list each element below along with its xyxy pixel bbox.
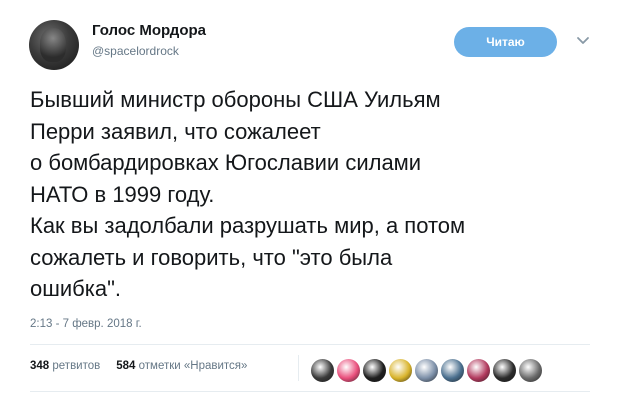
tweet-stats: 348 ретвитов 584 отметки «Нравится» [30, 360, 259, 372]
retweets-label: ретвитов [52, 360, 101, 372]
tweet-line: сожалеть и говорить, что "это была [30, 244, 393, 270]
following-button[interactable]: Читаю [454, 27, 557, 57]
liker-avatar[interactable] [518, 358, 543, 383]
retweets-count: 348 [30, 360, 50, 372]
liker-avatar[interactable] [440, 358, 465, 383]
tweet-line: Как вы задолбали разрушать мир, а потом [30, 213, 466, 238]
avatar[interactable] [29, 20, 79, 70]
liker-avatar[interactable] [336, 358, 361, 383]
tweet-timestamp[interactable]: 2:13 - 7 февр. 2018 г. [30, 318, 142, 330]
liker-avatar[interactable] [492, 358, 517, 383]
display-name[interactable]: Голос Мордора [92, 22, 206, 39]
divider [30, 391, 590, 392]
tweet-text: Бывший министр обороны США Уильям Перри … [30, 84, 600, 305]
divider [30, 344, 590, 345]
tweet-line: Перри заявил, что сожалеет [30, 118, 321, 144]
tweet-line: НАТО в 1999 году. [30, 181, 215, 207]
chevron-down-icon[interactable] [574, 32, 592, 50]
likes-stat[interactable]: 584 отметки «Нравится» [116, 360, 247, 372]
liker-avatar[interactable] [466, 358, 491, 383]
tweet-line: Бывший министр обороны США Уильям [30, 87, 441, 112]
tweet-line: ошибка". [30, 276, 122, 301]
stats-divider [298, 355, 299, 381]
likes-label: отметки «Нравится» [138, 360, 248, 372]
liker-avatar[interactable] [362, 358, 387, 383]
user-handle[interactable]: @spacelordrock [92, 44, 179, 58]
avatar-figure [40, 28, 66, 62]
liker-avatar[interactable] [388, 358, 413, 383]
tweet-line: о бомбардировках Югославии силами [30, 150, 422, 175]
liker-avatar[interactable] [310, 358, 335, 383]
liker-avatar[interactable] [414, 358, 439, 383]
retweets-stat[interactable]: 348 ретвитов [30, 360, 100, 372]
likes-count: 584 [116, 360, 136, 372]
